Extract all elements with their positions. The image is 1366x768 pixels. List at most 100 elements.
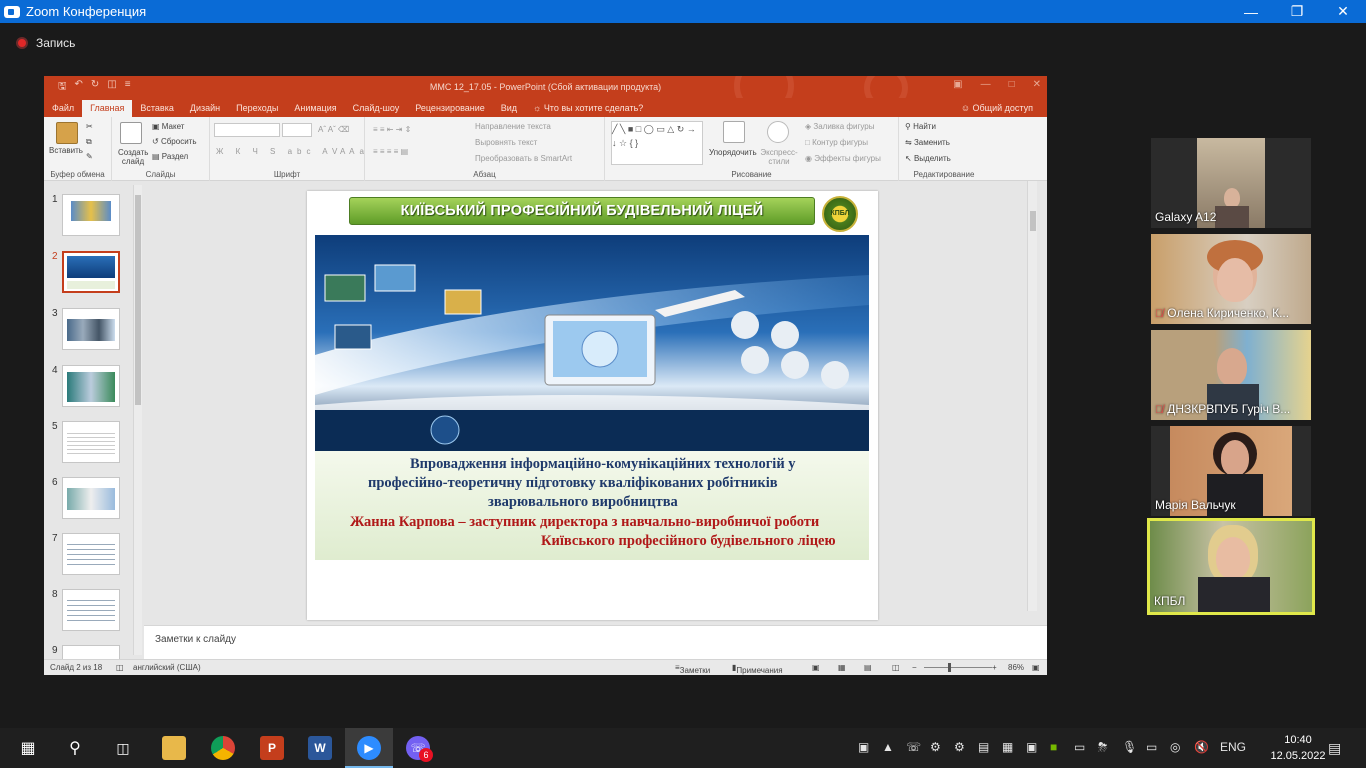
section-button[interactable]: ▤ Раздел <box>152 152 188 161</box>
slide-notes-field[interactable]: Заметки к слайду <box>144 625 1047 659</box>
replace-button[interactable]: ⇋ Заменить <box>905 138 950 147</box>
tray-wifi-icon[interactable]: ◎ <box>1170 740 1180 754</box>
thumbnail-row[interactable]: 6 <box>44 477 136 523</box>
find-button[interactable]: ⚲ Найти <box>905 122 936 131</box>
shapes-gallery[interactable]: ╱ ╲ ■ □ ◯ ▭ △ ↻ → ↓ ☆ { } <box>611 121 703 165</box>
tab-insert[interactable]: Вставка <box>132 103 181 117</box>
language-indicator[interactable]: английский (США) <box>133 663 201 672</box>
zoom-slider-thumb[interactable] <box>948 663 951 672</box>
file-explorer-icon[interactable] <box>162 736 186 760</box>
slide-scrollbar[interactable] <box>1027 181 1037 611</box>
participant-tile[interactable]: 🎙̸ ДНЗКРВПУБ Гуріч В... <box>1151 330 1311 420</box>
paste-button[interactable]: Вставить <box>49 146 83 155</box>
reading-view-icon[interactable]: ▤ <box>864 663 872 672</box>
reset-button[interactable]: ↺ Сбросить <box>152 137 197 146</box>
tray-zoom-icon[interactable]: ▣ <box>858 740 869 754</box>
font-size-field[interactable] <box>282 123 312 137</box>
arrange-button[interactable]: Упорядочить <box>709 148 757 157</box>
format-painter-icon[interactable]: ✎ <box>86 152 93 161</box>
slide-thumbnail[interactable] <box>62 533 120 575</box>
ppt-minimize-button[interactable]: — <box>981 79 991 90</box>
slide-thumbnail[interactable] <box>62 589 120 631</box>
fit-slide-icon[interactable]: ▣ <box>1032 663 1040 672</box>
tray-microphone-icon[interactable]: 🎙 <box>1122 740 1137 754</box>
slide-thumbnail[interactable] <box>62 365 120 407</box>
tab-review[interactable]: Рецензирование <box>407 103 493 117</box>
tell-me-search[interactable]: ☼ Что вы хотите сделать? <box>525 103 651 117</box>
chrome-icon[interactable] <box>211 736 235 760</box>
notifications-icon[interactable]: ▤ <box>1328 740 1341 757</box>
tab-animations[interactable]: Анимация <box>286 103 344 117</box>
current-slide[interactable]: КИЇВСЬКИЙ ПРОФЕСІЙНИЙ БУДІВЕЛЬНИЙ ЛІЦЕЙ … <box>307 191 878 620</box>
windows-start-icon[interactable]: ▦ <box>16 736 40 760</box>
normal-view-icon[interactable]: ▣ <box>812 663 820 672</box>
search-icon[interactable]: ⚲ <box>63 736 87 760</box>
align-icons[interactable]: ≡ ≡ ≡ ≡ ▤ <box>373 147 408 156</box>
tray-display-icon[interactable]: ▭ <box>1074 740 1085 754</box>
new-slide-icon[interactable] <box>120 122 142 144</box>
zoom-slider[interactable] <box>924 667 992 668</box>
shape-effects-button[interactable]: ◉ Эффекты фигуры <box>805 154 881 163</box>
participant-tile[interactable]: Galaxy A12 <box>1151 138 1311 228</box>
bullets-icon[interactable]: ≡ ≡ ⇤ ⇥ ⇕ <box>373 125 411 134</box>
font-name-field[interactable] <box>214 123 280 137</box>
spellcheck-icon[interactable]: ◫ <box>116 663 124 672</box>
shape-outline-button[interactable]: □ Контур фигуры <box>805 138 868 147</box>
arrange-icon[interactable] <box>723 121 745 143</box>
slideshow-icon[interactable]: ◫ <box>892 663 900 672</box>
zoom-percent[interactable]: 86% <box>1008 663 1024 672</box>
thumbnail-row[interactable]: 2 <box>44 251 136 297</box>
ribbon-options-icon[interactable]: ▣ <box>953 79 962 90</box>
quick-styles-icon[interactable] <box>767 121 789 143</box>
taskbar-clock[interactable]: 10:40 12.05.2022 <box>1268 732 1328 764</box>
tray-app-icon[interactable]: ⚙ <box>954 740 965 754</box>
minimize-button[interactable]: — <box>1228 0 1274 23</box>
ppt-maximize-button[interactable]: □ <box>1009 79 1015 90</box>
quick-styles-button[interactable]: Экспресс-стили <box>759 148 799 166</box>
tab-slideshow[interactable]: Слайд-шоу <box>345 103 408 117</box>
tray-battery-icon[interactable]: ▭ <box>1146 740 1157 754</box>
tray-volume-muted-icon[interactable]: 🔇 <box>1194 740 1209 754</box>
slide-thumbnail[interactable] <box>62 421 120 463</box>
zoom-icon[interactable]: ▶ <box>357 736 381 760</box>
tab-file[interactable]: Файл <box>44 103 82 117</box>
language-indicator[interactable]: ENG <box>1220 740 1246 754</box>
cut-icon[interactable]: ✂ <box>86 122 93 131</box>
font-color-icon[interactable]: A <box>340 147 345 156</box>
tray-app-icon[interactable]: ▣ <box>1026 740 1037 754</box>
font-format-icons[interactable]: Ж К Ч S abc AV Aa <box>216 147 369 156</box>
tab-home[interactable]: Главная <box>82 100 133 117</box>
shape-fill-button[interactable]: ◈ Заливка фигуры <box>805 122 874 131</box>
restore-button[interactable]: ❐ <box>1274 0 1320 23</box>
new-slide-button[interactable]: Создать слайд <box>118 148 148 166</box>
tray-app-icon[interactable]: ▦ <box>1002 740 1013 754</box>
powerpoint-icon[interactable]: P <box>260 736 284 760</box>
thumbnails-scrollbar[interactable] <box>133 185 142 655</box>
zoom-out-icon[interactable]: − <box>912 663 917 672</box>
tray-network-drive-icon[interactable]: ▤ <box>978 740 989 754</box>
tab-view[interactable]: Вид <box>493 103 525 117</box>
task-view-icon[interactable]: ◫ <box>111 736 135 760</box>
slide-sorter-icon[interactable]: ▦ <box>838 663 846 672</box>
increase-font-icon[interactable]: Aˆ Aˇ ⌫ <box>318 125 349 134</box>
thumbnail-row[interactable]: 1 <box>44 194 136 240</box>
tray-app-icon[interactable]: ⚙ <box>930 740 941 754</box>
comments-button[interactable]: ▮ Примечания <box>732 663 783 675</box>
layout-button[interactable]: ▣ Макет <box>152 122 184 131</box>
align-text-button[interactable]: Выровнять текст <box>475 138 537 147</box>
participant-tile[interactable]: 🎙̸ Олена Кириченко, К... <box>1151 234 1311 324</box>
text-direction-button[interactable]: Направление текста <box>475 122 551 131</box>
word-icon[interactable]: W <box>308 736 332 760</box>
participant-tile-active-speaker[interactable]: КПБЛ <box>1147 518 1315 615</box>
participant-tile[interactable]: Марія Вальчук <box>1151 426 1311 516</box>
copy-icon[interactable]: ⧉ <box>86 137 92 147</box>
tray-security-icon[interactable]: ⛈ <box>1098 740 1108 755</box>
slide-thumbnail[interactable] <box>62 308 120 350</box>
notes-button[interactable]: ≡ Заметки <box>675 663 710 675</box>
select-button[interactable]: ↖ Выделить <box>905 154 951 163</box>
tab-design[interactable]: Дизайн <box>182 103 228 117</box>
thumbnail-row[interactable]: 4 <box>44 365 136 411</box>
tab-transitions[interactable]: Переходы <box>228 103 286 117</box>
slide-thumbnail[interactable] <box>62 194 120 236</box>
thumbnail-row[interactable]: 3 <box>44 308 136 354</box>
